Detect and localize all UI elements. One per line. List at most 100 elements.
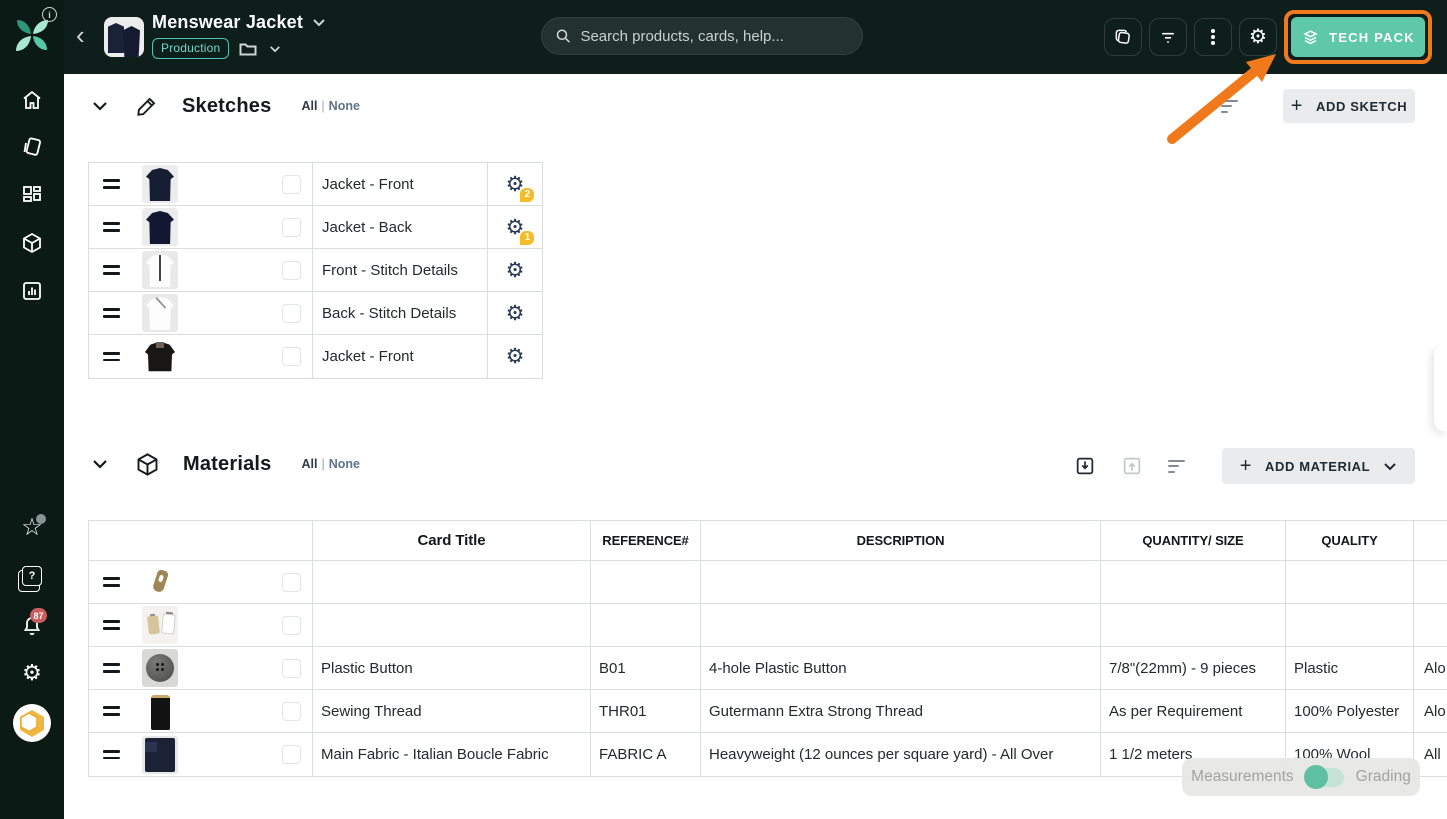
material-quality[interactable]: 100% Polyester xyxy=(1286,690,1414,732)
filter-button[interactable] xyxy=(1149,18,1187,56)
add-material-button[interactable]: + ADD MATERIAL xyxy=(1222,448,1415,484)
material-reference[interactable]: THR01 xyxy=(591,690,701,732)
product-thumbnail[interactable] xyxy=(104,17,144,57)
folder-icon[interactable] xyxy=(239,41,259,57)
column-header-quantity[interactable]: QUANTITY/ SIZE xyxy=(1101,521,1286,560)
sketch-thumbnail[interactable] xyxy=(142,251,178,289)
column-header-card-title[interactable]: Card Title xyxy=(313,521,591,560)
material-extra[interactable] xyxy=(1414,561,1447,603)
material-quality[interactable]: Plastic xyxy=(1286,647,1414,689)
material-extra[interactable]: Alo xyxy=(1414,690,1447,732)
page-title[interactable]: Menswear Jacket xyxy=(152,12,303,33)
material-quantity[interactable]: 7/8"(22mm) - 9 pieces xyxy=(1101,647,1286,689)
material-description[interactable]: 4-hole Plastic Button xyxy=(701,647,1101,689)
drag-handle[interactable] xyxy=(103,265,120,274)
drag-handle[interactable] xyxy=(103,750,120,759)
column-header-quality[interactable]: QUALITY xyxy=(1286,521,1414,560)
material-thumbnail[interactable] xyxy=(142,563,178,601)
material-description[interactable] xyxy=(701,604,1101,646)
export-icon[interactable] xyxy=(1121,455,1143,477)
sketches-sort-icon[interactable] xyxy=(1221,100,1238,113)
material-quantity[interactable] xyxy=(1101,561,1286,603)
material-title[interactable]: Plastic Button xyxy=(313,647,591,689)
material-extra[interactable]: Alo xyxy=(1414,647,1447,689)
material-title[interactable] xyxy=(313,604,591,646)
materials-sort-icon[interactable] xyxy=(1168,460,1185,473)
row-checkbox[interactable] xyxy=(282,218,301,237)
sketch-thumbnail[interactable] xyxy=(142,294,178,332)
sketch-title[interactable]: Front - Stitch Details xyxy=(313,249,488,291)
sketch-settings-button[interactable]: ⚙1 xyxy=(506,217,525,238)
material-thumbnail[interactable] xyxy=(142,606,178,644)
material-quantity[interactable]: As per Requirement xyxy=(1101,690,1286,732)
row-checkbox[interactable] xyxy=(282,745,301,764)
materials-filter-all[interactable]: All xyxy=(302,457,318,471)
info-icon[interactable]: i xyxy=(42,7,57,22)
sketches-collapse-chevron-icon[interactable] xyxy=(92,101,108,111)
sidebar-item-settings[interactable]: ⚙ xyxy=(0,662,64,684)
drag-handle[interactable] xyxy=(103,577,120,586)
material-extra[interactable] xyxy=(1414,604,1447,646)
material-title[interactable]: Sewing Thread xyxy=(313,690,591,732)
title-chevron-down-icon[interactable] xyxy=(312,18,326,27)
add-sketch-button[interactable]: + ADD SKETCH xyxy=(1283,89,1415,123)
sketch-settings-button[interactable]: ⚙ xyxy=(506,346,525,367)
column-header-reference[interactable]: REFERENCE# xyxy=(591,521,701,560)
row-checkbox[interactable] xyxy=(282,175,301,194)
search-bar[interactable] xyxy=(541,17,863,55)
material-title[interactable]: Main Fabric - Italian Boucle Fabric xyxy=(313,733,591,776)
material-thumbnail[interactable] xyxy=(142,692,178,730)
sketch-title[interactable]: Back - Stitch Details xyxy=(313,292,488,334)
material-title[interactable] xyxy=(313,561,591,603)
app-logo-icon[interactable] xyxy=(0,16,64,54)
material-quality[interactable] xyxy=(1286,561,1414,603)
row-checkbox[interactable] xyxy=(282,304,301,323)
drag-handle[interactable] xyxy=(103,663,120,672)
sketch-thumbnail[interactable] xyxy=(142,338,178,376)
sidebar-item-dashboard[interactable] xyxy=(0,183,64,207)
drag-handle[interactable] xyxy=(103,620,120,629)
row-checkbox[interactable] xyxy=(282,702,301,721)
toggle-switch[interactable] xyxy=(1306,768,1344,787)
drag-handle[interactable] xyxy=(103,222,120,231)
sketches-filter-none[interactable]: None xyxy=(329,99,360,113)
back-button[interactable]: ‹ xyxy=(76,22,85,48)
sidebar-item-help[interactable]: ? xyxy=(0,566,64,586)
sidebar-item-cards[interactable] xyxy=(0,135,64,159)
duplicate-button[interactable] xyxy=(1104,18,1142,56)
material-reference[interactable] xyxy=(591,561,701,603)
sketches-filter-all[interactable]: All xyxy=(301,99,317,113)
sketch-title[interactable]: Jacket - Back xyxy=(313,206,488,248)
settings-button[interactable]: ⚙ xyxy=(1239,18,1277,56)
row-checkbox[interactable] xyxy=(282,573,301,592)
row-checkbox[interactable] xyxy=(282,261,301,280)
sketch-title[interactable]: Jacket - Front xyxy=(313,163,488,205)
material-reference[interactable]: FABRIC A xyxy=(591,733,701,776)
material-reference[interactable] xyxy=(591,604,701,646)
sidebar-item-home[interactable] xyxy=(0,88,64,112)
scroll-edge-tab[interactable] xyxy=(1434,345,1447,431)
row-checkbox[interactable] xyxy=(282,659,301,678)
material-description[interactable]: Heavyweight (12 ounces per square yard) … xyxy=(701,733,1101,776)
drag-handle[interactable] xyxy=(103,706,120,715)
material-quality[interactable] xyxy=(1286,604,1414,646)
sidebar-item-favorites[interactable]: ☆ xyxy=(0,516,64,540)
drag-handle[interactable] xyxy=(103,352,120,361)
tech-pack-button[interactable]: TECH PACK xyxy=(1291,17,1425,57)
material-reference[interactable]: B01 xyxy=(591,647,701,689)
column-header-description[interactable]: DESCRIPTION xyxy=(701,521,1101,560)
sketch-thumbnail[interactable] xyxy=(142,165,178,203)
material-thumbnail[interactable] xyxy=(142,649,178,687)
material-thumbnail[interactable] xyxy=(142,736,178,774)
sketch-settings-button[interactable]: ⚙2 xyxy=(506,174,525,195)
row-checkbox[interactable] xyxy=(282,616,301,635)
row-checkbox[interactable] xyxy=(282,347,301,366)
drag-handle[interactable] xyxy=(103,308,120,317)
material-description[interactable]: Gutermann Extra Strong Thread xyxy=(701,690,1101,732)
sketch-settings-button[interactable]: ⚙ xyxy=(506,303,525,324)
import-icon[interactable] xyxy=(1074,455,1096,477)
materials-filter-none[interactable]: None xyxy=(329,457,360,471)
status-badge[interactable]: Production xyxy=(152,38,229,59)
more-options-button[interactable] xyxy=(1194,18,1232,56)
sketch-thumbnail[interactable] xyxy=(142,208,178,246)
